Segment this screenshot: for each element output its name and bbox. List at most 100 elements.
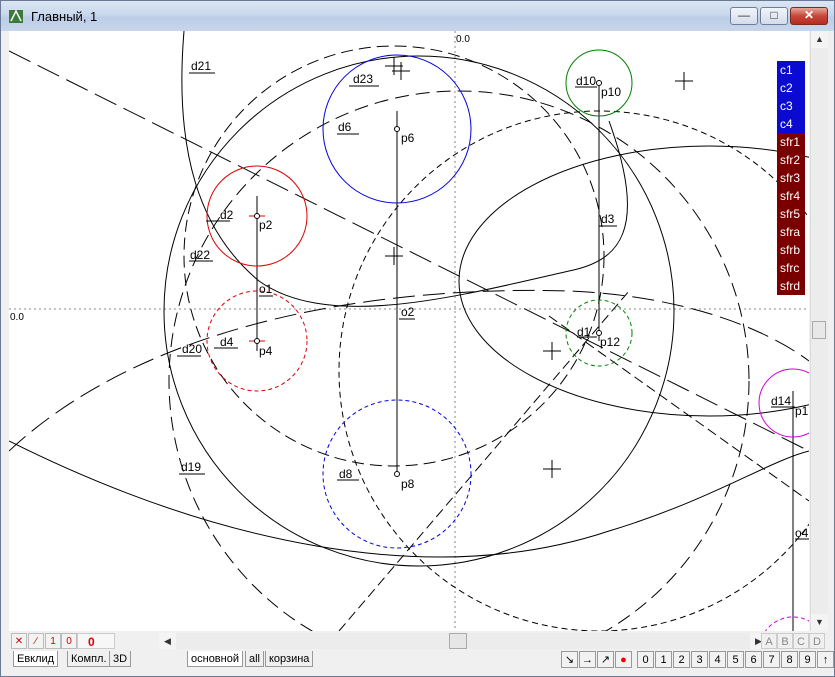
label-d6: d6 [338,120,352,134]
cross-marker [385,57,403,75]
curve-list-item[interactable]: c2 [777,79,805,97]
curve-list-item[interactable]: c3 [777,97,805,115]
curve-list-item[interactable]: sfr4 [777,187,805,205]
up-arrow-button[interactable]: ↑ [817,651,834,668]
label-o2: o2 [401,305,415,319]
resize-arrow-icon[interactable]: ↗ [597,651,614,668]
curve-list-item[interactable]: sfrd [777,277,805,295]
label-d4: d4 [220,335,234,349]
drawing-canvas[interactable]: 0.0 0.0 d21 d23 d6 p6 d10 p10 d2 p2 d22 … [9,31,809,631]
tab-euclid[interactable]: Евклид [13,651,59,667]
app-icon [9,9,23,23]
digit-1-button[interactable]: 1 [655,651,672,668]
line-diagonal-1 [9,50,809,452]
label-d22: d22 [190,248,210,262]
curve-list-item[interactable]: sfr5 [777,205,805,223]
main-window: Главный, 1 — □ ✕ 0.0 0.0 d21 d23 d6 p6 d… [0,0,835,677]
horizontal-scroll-thumb[interactable] [449,633,467,649]
label-p14: p1 [795,404,809,418]
cross-marker [543,342,561,360]
vertical-scrollbar[interactable]: ▲ ▼ [810,31,828,631]
curve-list-item[interactable]: sfrb [777,241,805,259]
maximize-button[interactable]: □ [760,7,788,25]
point-p4 [254,338,260,344]
label-d21: d21 [191,59,211,73]
digit-3-button[interactable]: 3 [691,651,708,668]
horizontal-scrollbar[interactable]: ◀ ▶ [159,633,767,649]
digit-0-button[interactable]: 0 [637,651,654,668]
layer-b-button[interactable]: B [777,633,793,649]
curve-d19 [9,440,809,558]
tab-complex[interactable]: Компл. [67,651,111,667]
point-p8 [394,471,400,477]
one-flag-icon[interactable]: 1 [45,633,61,649]
curve-list-item[interactable]: sfr1 [777,133,805,151]
cross-marker [543,460,561,478]
tab-trash[interactable]: корзина [265,651,314,667]
point-p6 [394,126,400,132]
record-dot-icon[interactable]: ● [615,651,632,668]
scroll-up-button[interactable]: ▲ [811,31,828,48]
line-diagonal-3 [338,290,630,631]
close-button[interactable]: ✕ [790,7,828,25]
delete-icon[interactable]: ✕ [11,633,27,649]
zero-flag-icon[interactable]: 0 [61,633,77,649]
cross-marker [675,72,693,90]
curve-list-item[interactable]: c4 [777,115,805,133]
arrow-right-icon[interactable]: → [579,651,596,668]
label-p6: p6 [401,131,415,145]
label-p2: p2 [259,218,273,232]
cross-marker [385,247,403,265]
label-d19: d19 [181,460,201,474]
label-o4: o4 [795,526,809,540]
title-bar[interactable]: Главный, 1 — □ ✕ [1,1,834,31]
digit-9-button[interactable]: 9 [799,651,816,668]
layer-c-button[interactable]: C [793,633,809,649]
tab-3d[interactable]: 3D [109,651,132,667]
curve-list: c1 c2 c3 c4 sfr1 sfr2 sfr3 sfr4 sfr5 sfra sfrb sfrc… [777,61,805,295]
vertical-scroll-thumb[interactable] [812,321,826,339]
circle-short-dashed [338,110,809,631]
line-tool-icon[interactable]: ∕ [28,633,44,649]
status-row: ✕ ∕ 1 0 0 ◀ ▶ A B C D [9,633,835,649]
circle-huge-dashed [168,90,750,631]
circle-d16 [764,616,809,631]
digit-6-button[interactable]: 6 [745,651,762,668]
window-title: Главный, 1 [31,9,98,24]
tab-row: Евклид Компл. 3D основной all корзина ↘ … [9,650,835,670]
scroll-left-button[interactable]: ◀ [159,633,176,649]
minimize-button[interactable]: — [730,7,758,25]
label-d1: d1 [577,325,591,339]
label-d14: d14 [771,394,791,408]
label-d20: d20 [182,342,202,356]
label-p4: p4 [259,344,273,358]
label-d2: d2 [220,208,234,222]
label-d8: d8 [339,467,353,481]
arc-large-solid [163,55,675,567]
arc-right-solid [458,145,809,417]
origin-y-label: 0.0 [10,312,24,323]
curve-list-item[interactable]: sfr2 [777,151,805,169]
digit-5-button[interactable]: 5 [727,651,744,668]
tab-main[interactable]: основной [187,651,243,667]
layer-d-button[interactable]: D [809,633,825,649]
curve-list-item[interactable]: sfra [777,223,805,241]
cross-marker [392,62,410,80]
digit-4-button[interactable]: 4 [709,651,726,668]
curve-list-item[interactable]: sfr3 [777,169,805,187]
label-d23: d23 [353,72,373,86]
tab-all[interactable]: all [245,651,265,667]
digit-8-button[interactable]: 8 [781,651,798,668]
digit-7-button[interactable]: 7 [763,651,780,668]
label-o1: o1 [259,282,273,296]
curve-list-item[interactable]: sfrc [777,259,805,277]
error-counter: 0 [77,633,115,649]
label-p8: p8 [401,477,415,491]
scroll-down-button[interactable]: ▼ [811,614,828,631]
layer-a-button[interactable]: A [761,633,777,649]
label-d3: d3 [601,212,615,226]
label-p10: p10 [601,85,621,99]
digit-2-button[interactable]: 2 [673,651,690,668]
curve-list-item[interactable]: c1 [777,61,805,79]
connect-tool-icon[interactable]: ↘ [561,651,578,668]
